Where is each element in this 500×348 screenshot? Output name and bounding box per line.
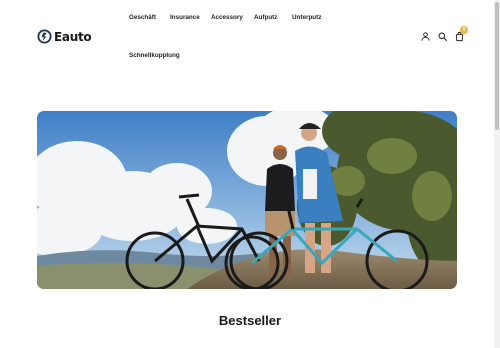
nav-item-insurance[interactable]: Insurance bbox=[170, 14, 200, 21]
nav-item-geschaeft[interactable]: Geschäft bbox=[129, 14, 156, 21]
brand-logo[interactable]: Eauto bbox=[37, 29, 92, 44]
bestseller-heading: Bestseller bbox=[218, 313, 282, 328]
nav-item-accessory[interactable]: Accessory bbox=[211, 14, 243, 21]
eauto-logo-icon bbox=[37, 29, 52, 44]
nav-item-schnellkupplung[interactable]: Schnellkupplung bbox=[129, 52, 180, 59]
hero-image bbox=[37, 111, 457, 289]
user-icon[interactable] bbox=[420, 31, 431, 42]
search-icon[interactable] bbox=[437, 31, 448, 42]
cart-count-badge: 0 bbox=[460, 26, 468, 34]
nav-item-aufputz[interactable]: Aufputz bbox=[254, 14, 277, 21]
scrollbar-thumb[interactable] bbox=[495, 2, 499, 130]
page-scrollbar[interactable] bbox=[494, 0, 500, 348]
hero-banner[interactable] bbox=[37, 111, 457, 289]
nav-item-unterputz[interactable]: Unterputz bbox=[292, 14, 321, 21]
cart-button[interactable]: 0 bbox=[454, 26, 468, 42]
header-actions: 0 bbox=[420, 26, 468, 42]
brand-name: Eauto bbox=[54, 29, 92, 44]
